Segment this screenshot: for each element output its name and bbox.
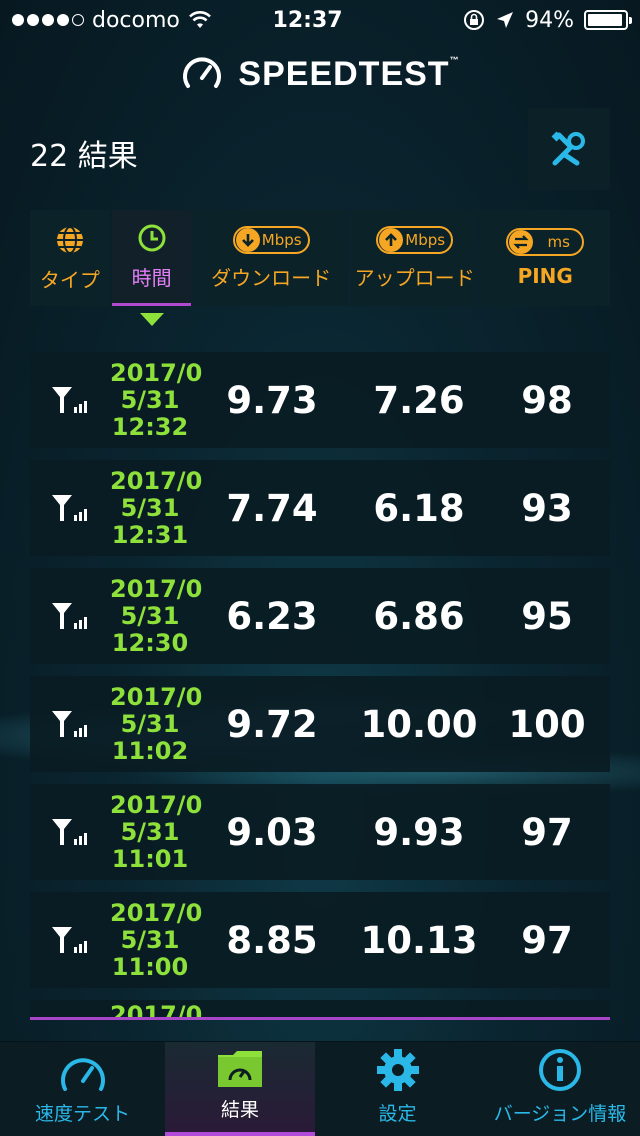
result-date: 2017/0 5/31 12:32 — [110, 358, 203, 441]
globe-icon — [56, 225, 83, 254]
tools-icon — [551, 131, 585, 166]
speedtest-logo-text: SPEEDTEST™ — [238, 54, 460, 93]
column-type-label: タイプ — [39, 267, 100, 292]
sort-indicator-icon — [140, 313, 164, 326]
results-folder-icon — [218, 1051, 262, 1087]
result-upload: 10.13 — [360, 918, 478, 962]
result-download: 9.03 — [226, 810, 318, 854]
column-time[interactable]: 時間 — [111, 210, 192, 306]
tab-results[interactable]: 結果 — [165, 1042, 315, 1136]
tab-about[interactable]: バージョン情報 — [480, 1042, 640, 1136]
result-row[interactable]: 2017/0 5/31 12:30 6.23 6.86 95 — [30, 568, 610, 664]
result-download: 8.85 — [226, 918, 318, 962]
column-ping-label: PING — [517, 264, 573, 288]
tab-about-label: バージョン情報 — [493, 1103, 627, 1125]
result-row[interactable]: 2017/0 5/31 11:02 9.72 10.00 100 — [30, 676, 610, 772]
speedtest-logo-icon — [183, 57, 222, 88]
gear-icon — [376, 1049, 419, 1091]
tab-settings[interactable]: 設定 — [315, 1042, 480, 1136]
info-icon — [539, 1049, 581, 1091]
tab-bar: 速度テスト 結果 設定 バージョン情報 — [0, 1041, 640, 1136]
rotation-lock-icon — [464, 10, 485, 30]
results-list: 2017/0 5/31 12:32 9.73 7.26 98 2017/0 5/31 1… — [30, 352, 610, 1032]
result-date: 2017/0 5/31 11:01 — [110, 790, 203, 873]
column-download[interactable]: Mbps ダウンロード — [193, 210, 349, 306]
upload-arrow-icon — [385, 232, 398, 246]
results-header: 22 結果 — [30, 108, 610, 190]
result-row[interactable]: 2017/0 5/31 12:32 9.73 7.26 98 — [30, 352, 610, 448]
result-ping: 97 — [521, 918, 573, 962]
column-download-label: ダウンロード — [211, 265, 332, 290]
result-date: 2017/0 5/31 12:31 — [110, 466, 203, 549]
cellular-icon — [52, 387, 87, 413]
tab-speedtest[interactable]: 速度テスト — [0, 1042, 165, 1136]
result-date: 2017/0 5/31 11:02 — [110, 682, 203, 765]
result-ping: 93 — [521, 486, 573, 530]
result-date: 2017/0 5/31 11:00 — [110, 898, 203, 981]
tab-speedtest-label: 速度テスト — [34, 1103, 130, 1125]
result-row-partial[interactable]: 2017/0 — [30, 1000, 610, 1020]
signal-dots — [12, 14, 84, 26]
battery-icon — [584, 10, 632, 30]
result-date: 2017/0 — [110, 1001, 203, 1020]
result-upload: 10.00 — [360, 702, 478, 746]
ping-unit-pill: ms — [506, 228, 584, 256]
results-count: 22 結果 — [30, 139, 138, 174]
location-icon — [497, 12, 514, 28]
ping-arrows-icon — [513, 235, 530, 249]
column-upload[interactable]: Mbps アップロード — [350, 210, 479, 306]
result-ping: 100 — [508, 702, 586, 746]
result-ping: 97 — [521, 810, 573, 854]
column-headers: タイプ 時間 Mbps ダウンロード Mbps アップロード ms PING — [30, 210, 610, 306]
cellular-icon — [52, 819, 87, 845]
result-download: 9.72 — [226, 702, 318, 746]
result-row[interactable]: 2017/0 5/31 12:31 7.74 6.18 93 — [30, 460, 610, 556]
clock-icon — [138, 224, 166, 252]
result-upload: 6.86 — [373, 594, 465, 638]
result-row[interactable]: 2017/0 5/31 11:00 8.85 10.13 97 — [30, 892, 610, 988]
result-upload: 7.26 — [373, 378, 465, 422]
tab-settings-label: 設定 — [378, 1103, 417, 1125]
app-header: SPEEDTEST™ — [0, 52, 640, 96]
download-arrow-icon — [241, 233, 254, 247]
status-time: 12:37 — [272, 7, 343, 33]
result-date: 2017/0 5/31 12:30 — [110, 574, 203, 657]
result-ping: 95 — [521, 594, 573, 638]
result-download: 9.73 — [226, 378, 318, 422]
download-unit-pill: Mbps — [232, 225, 310, 254]
column-upload-label: アップロード — [354, 265, 475, 290]
tab-results-label: 結果 — [220, 1099, 259, 1121]
column-time-label: 時間 — [131, 266, 172, 290]
result-upload: 9.93 — [373, 810, 465, 854]
upload-unit-pill: Mbps — [376, 225, 454, 254]
speedometer-icon — [60, 1058, 105, 1091]
battery-percent: 94% — [525, 7, 574, 33]
result-upload: 6.18 — [373, 486, 465, 530]
column-ping[interactable]: ms PING — [480, 210, 610, 306]
result-download: 7.74 — [226, 486, 318, 530]
column-type[interactable]: タイプ — [30, 210, 110, 306]
tools-button[interactable] — [528, 108, 610, 190]
result-ping: 98 — [521, 378, 573, 422]
cellular-icon — [52, 927, 87, 953]
result-download: 6.23 — [226, 594, 318, 638]
result-row[interactable]: 2017/0 5/31 11:01 9.03 9.93 97 — [30, 784, 610, 880]
cellular-icon — [52, 603, 87, 629]
status-bar: docomo 12:37 94% — [0, 0, 640, 40]
cellular-icon — [52, 711, 87, 737]
cellular-icon — [52, 495, 87, 521]
